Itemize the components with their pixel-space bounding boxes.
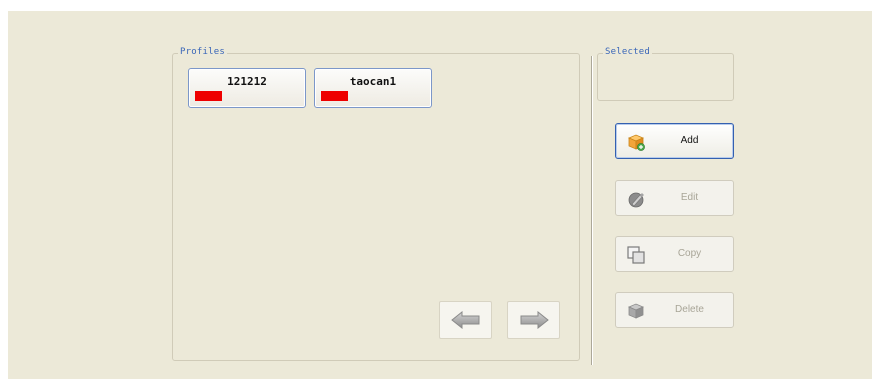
profile-color-swatch <box>321 91 348 101</box>
edit-icon <box>628 192 644 208</box>
edit-button[interactable]: Edit <box>615 180 734 216</box>
copy-button[interactable]: Copy <box>615 236 734 272</box>
edit-button-label: Edit <box>680 192 699 203</box>
profile-name: taocan1 <box>349 75 397 88</box>
arrow-left-icon <box>450 311 479 329</box>
copy-button-label: Copy <box>677 248 702 259</box>
add-button[interactable]: Add <box>615 123 734 159</box>
add-button-label: Add <box>680 135 699 146</box>
profiles-group: Profiles 121212 taocan1 <box>172 46 580 361</box>
arrow-right-icon <box>520 311 549 329</box>
selected-group: Selected <box>597 46 734 101</box>
profile-name: 121212 <box>227 75 267 88</box>
copy-icon <box>627 246 645 264</box>
profile-card-121212[interactable]: 121212 <box>188 68 306 108</box>
previous-page-button[interactable] <box>439 301 492 339</box>
profiles-group-title: Profiles <box>178 46 227 59</box>
vertical-divider <box>591 56 593 365</box>
delete-icon <box>627 303 645 319</box>
delete-button-label: Delete <box>675 304 704 315</box>
box-add-icon <box>627 134 645 151</box>
selected-group-title: Selected <box>603 46 652 59</box>
next-page-button[interactable] <box>507 301 560 339</box>
profile-card-taocan1[interactable]: taocan1 <box>314 68 432 108</box>
delete-button[interactable]: Delete <box>615 292 734 328</box>
profile-color-swatch <box>195 91 222 101</box>
profile-manager-window: Profiles 121212 taocan1 Selected Add Edi… <box>8 11 872 379</box>
